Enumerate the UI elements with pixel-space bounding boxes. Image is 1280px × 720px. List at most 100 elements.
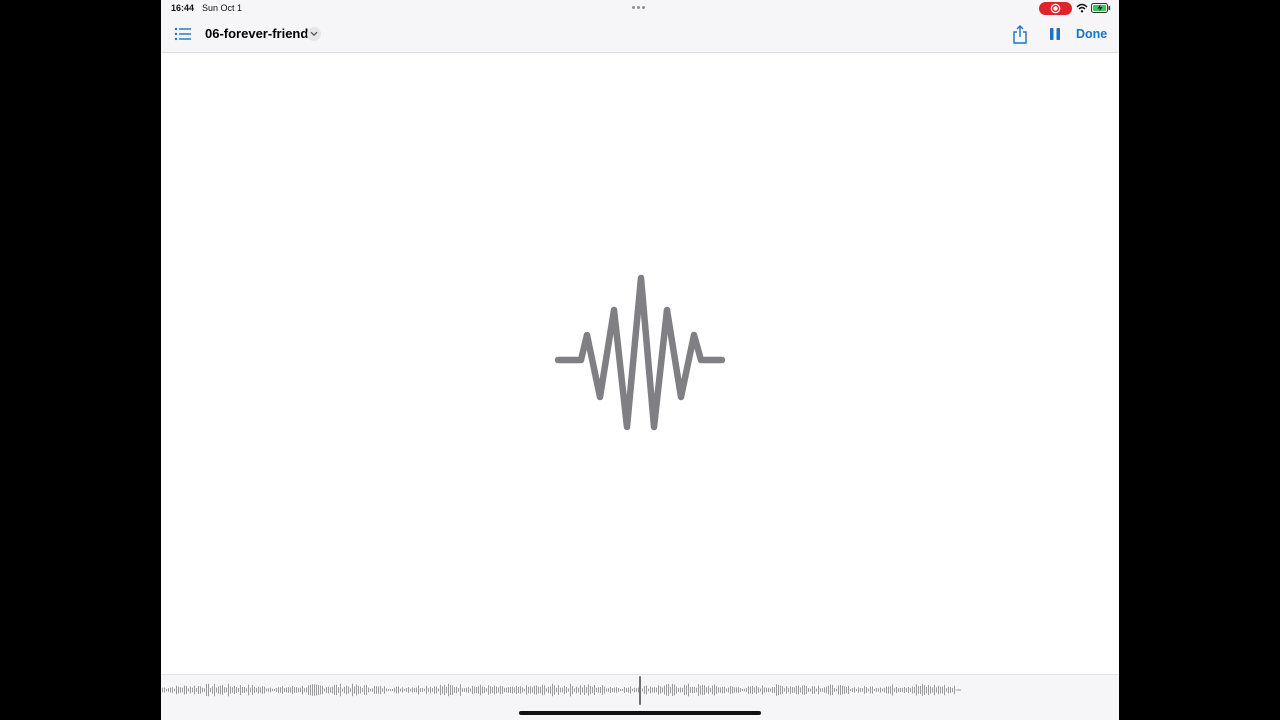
list-icon[interactable] (174, 26, 192, 42)
waveform-bar (210, 687, 211, 693)
share-icon[interactable] (1012, 25, 1028, 44)
waveform-bar (662, 687, 663, 693)
waveform-bar (270, 687, 271, 693)
waveform-bar (708, 685, 709, 695)
waveform-bar (664, 685, 665, 695)
waveform-bar (890, 686, 891, 694)
waveform-bar (892, 684, 893, 696)
waveform-bar (232, 687, 233, 693)
waveform-bar (234, 685, 235, 695)
waveform-bar (768, 687, 769, 693)
status-time: 16:44 (171, 3, 195, 13)
waveform-bar (484, 686, 485, 694)
waveform-bar (400, 688, 401, 692)
waveform-bar (534, 685, 535, 695)
waveform-bar (610, 687, 611, 693)
waveform-bar (266, 688, 267, 692)
waveform-bar (652, 687, 653, 693)
waveform-bar (812, 686, 813, 694)
waveform-bar (248, 684, 249, 696)
waveform-bar (202, 687, 203, 693)
waveform-bar (786, 686, 787, 694)
waveform-bar (816, 688, 817, 692)
waveform-bar (542, 684, 543, 696)
waveform-bar (490, 686, 491, 694)
waveform-bar (446, 686, 447, 694)
status-bar: 16:44 Sun Oct 1 (161, 0, 1119, 17)
screen-record-icon[interactable] (1039, 2, 1072, 15)
done-button[interactable]: Done (1076, 27, 1107, 41)
waveform-bar (294, 687, 295, 693)
pause-icon[interactable] (1049, 27, 1061, 41)
waveform-bar (620, 688, 621, 692)
waveform-bar (764, 687, 765, 693)
waveform-bar (350, 688, 351, 692)
waveform-bar (674, 684, 675, 696)
waveform-bar (310, 684, 311, 696)
waveform-bar (644, 686, 645, 694)
waveform-bar (208, 683, 209, 697)
waveform-bar (866, 687, 867, 693)
waveform-bar (272, 688, 273, 692)
waveform-bar (716, 686, 717, 694)
waveform-bar (168, 688, 169, 692)
waveform-bar (672, 683, 673, 697)
waveform-bar (286, 687, 287, 693)
waveform-bar (848, 685, 849, 695)
waveform-bar (930, 686, 931, 694)
waveform-bar (496, 686, 497, 694)
waveform-bar (438, 688, 439, 692)
waveform-bar (592, 686, 593, 694)
waveform-bar (582, 687, 583, 693)
waveform-bar (440, 684, 441, 696)
document-title[interactable]: 06-forever-friend (205, 26, 308, 41)
waveform-bar (548, 686, 549, 694)
waveform-bar (356, 684, 357, 696)
waveform-timeline[interactable] (161, 675, 1119, 707)
waveform-bar (220, 685, 221, 695)
waveform-bar (222, 685, 223, 695)
waveform-bar (172, 687, 173, 693)
waveform-bar (808, 688, 809, 692)
waveform-bar (290, 687, 291, 693)
waveform-bar (772, 687, 773, 693)
waveform-bar (340, 683, 341, 697)
playhead-handle[interactable] (639, 676, 641, 705)
waveform-bar (274, 688, 275, 692)
waveform-bar (194, 685, 195, 695)
waveform-bar (750, 686, 751, 694)
waveform-bar (852, 688, 853, 692)
waveform-bar (704, 685, 705, 695)
waveform-bar (660, 686, 661, 694)
waveform-bar (762, 685, 763, 695)
audio-scrubber[interactable] (161, 674, 1119, 720)
waveform-bar (700, 685, 701, 695)
chevron-down-icon[interactable] (307, 27, 321, 41)
waveform-bar (904, 686, 905, 694)
waveform-bar (428, 688, 429, 692)
waveform-bar (260, 687, 261, 693)
waveform-bar (860, 688, 861, 692)
waveform-bar (630, 686, 631, 694)
waveform-bar (296, 687, 297, 693)
waveform-bar (482, 686, 483, 694)
waveform-bar (328, 686, 329, 694)
waveform-bar (912, 686, 913, 694)
waveform-bar (832, 685, 833, 695)
waveform-bar (538, 686, 539, 694)
waveform-bar (276, 687, 277, 693)
waveform-bar (722, 686, 723, 694)
waveform-bar (358, 685, 359, 695)
multitask-dots-icon[interactable] (632, 6, 648, 10)
waveform-bar (532, 687, 533, 693)
waveform-bar (324, 688, 325, 692)
waveform-bar (268, 688, 269, 692)
waveform-bar (898, 688, 899, 692)
waveform-bar (882, 688, 883, 692)
waveform-bar (528, 686, 529, 694)
waveform-bar (318, 685, 319, 695)
waveform-bar (396, 686, 397, 694)
waveform-bar (650, 686, 651, 694)
waveform-bar (462, 688, 463, 692)
waveform-bar (530, 686, 531, 694)
